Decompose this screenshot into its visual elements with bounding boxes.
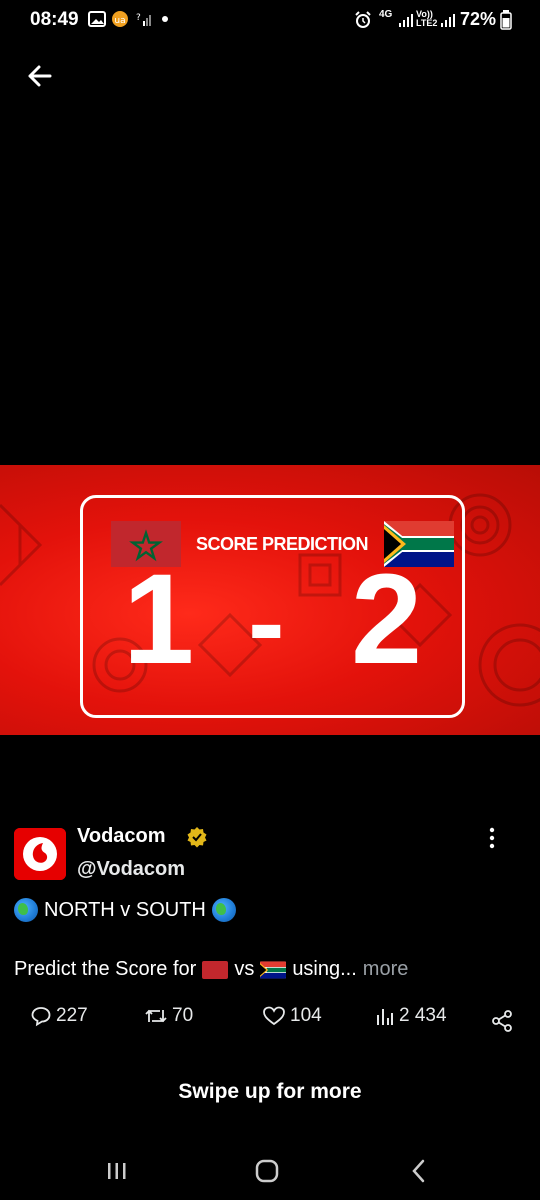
- tweet-body-prefix: Predict the Score for: [14, 958, 197, 980]
- home-score: 1: [123, 548, 195, 691]
- repost-icon: [145, 1009, 167, 1023]
- account-handle[interactable]: @Vodacom: [77, 858, 185, 881]
- tweet-action-bar: 227 70 104 2 434: [0, 1005, 540, 1039]
- views-button[interactable]: 2 434: [375, 1005, 447, 1027]
- signal-bars-2-icon: [441, 14, 455, 27]
- back-arrow-icon[interactable]: [24, 60, 56, 92]
- tweet-text-line2: Predict the Score for vs using... more: [14, 958, 408, 981]
- alarm-icon: [355, 11, 371, 28]
- away-score: 2: [351, 548, 423, 691]
- status-time: 08:49: [30, 9, 79, 30]
- score-card: SCORE PREDICTION 1 - 2: [80, 495, 465, 718]
- system-navigation-bar: [0, 1140, 540, 1200]
- avatar[interactable]: [14, 828, 66, 880]
- like-icon: [263, 1006, 285, 1026]
- tweet-body-using: using...: [292, 958, 357, 980]
- south-africa-flag-emoji-icon: [260, 960, 287, 979]
- home-icon[interactable]: [252, 1156, 282, 1186]
- tweet-media-image[interactable]: SCORE PREDICTION 1 - 2: [0, 465, 540, 735]
- lte-label: Vo)) LTE2: [416, 9, 438, 28]
- reply-icon: [31, 1007, 51, 1027]
- nav-back-icon[interactable]: [404, 1156, 434, 1186]
- swipe-up-hint: Swipe up for more: [178, 1080, 362, 1103]
- show-more-link[interactable]: more: [363, 958, 409, 981]
- svg-text:ua: ua: [114, 16, 125, 26]
- verified-badge-icon: [187, 827, 207, 848]
- repost-count: 70: [172, 1005, 194, 1026]
- account-name[interactable]: Vodacom: [77, 825, 166, 848]
- reply-count: 227: [56, 1005, 88, 1026]
- status-bar: 08:49 ua ? 4G Vo)) LTE2 72%: [0, 0, 540, 40]
- like-button[interactable]: 104: [262, 1005, 322, 1027]
- share-icon[interactable]: [490, 1009, 514, 1033]
- vodacom-logo-icon: [14, 828, 66, 880]
- app-notification-icon: ua: [112, 11, 128, 27]
- morocco-flag-emoji-icon: [202, 960, 229, 979]
- tweet-headline: NORTH v SOUTH: [44, 898, 206, 921]
- views-count: 2 434: [399, 1005, 447, 1026]
- tweet-text-line1: NORTH v SOUTH: [14, 898, 236, 922]
- battery-percent: 72%: [460, 9, 497, 29]
- globe-emoji-icon: [211, 898, 236, 922]
- dot-icon: [162, 16, 168, 22]
- tweet-body-vs: vs: [234, 958, 255, 980]
- score-dash: -: [248, 561, 285, 684]
- svg-text:?: ?: [136, 13, 141, 23]
- more-vertical-icon[interactable]: [486, 826, 498, 850]
- network-4g-label: 4G: [379, 9, 393, 20]
- gallery-icon: [88, 11, 106, 27]
- battery-icon: [500, 10, 512, 30]
- views-icon: [377, 1009, 393, 1025]
- reply-button[interactable]: 227: [30, 1005, 88, 1027]
- score-prediction-label: SCORE PREDICTION: [196, 534, 369, 554]
- globe-emoji-icon: [14, 898, 38, 922]
- repost-button[interactable]: 70: [144, 1005, 193, 1027]
- like-count: 104: [290, 1005, 322, 1026]
- recents-icon[interactable]: [102, 1156, 132, 1186]
- signal-bars-icon: [399, 14, 413, 27]
- signal-weak-icon: ?: [136, 13, 151, 26]
